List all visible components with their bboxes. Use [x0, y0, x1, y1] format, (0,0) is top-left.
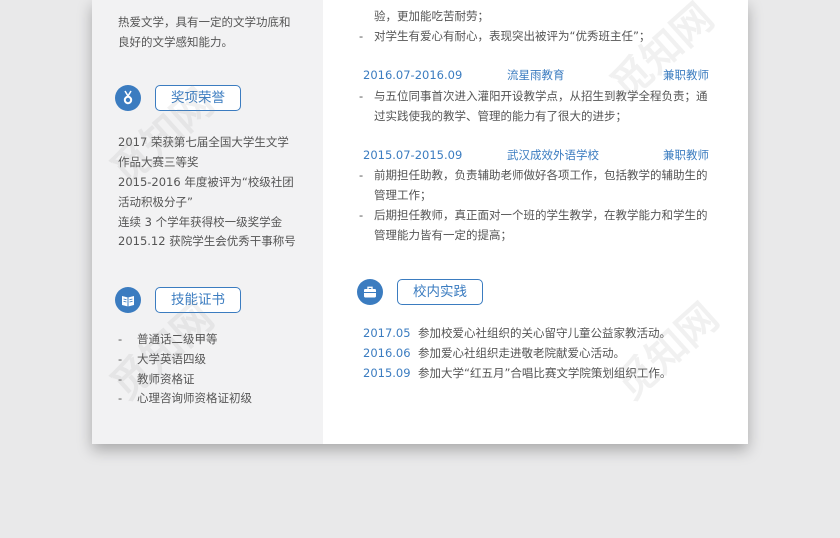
award-line: 2015-2016 年度被评为“校级社团	[118, 175, 294, 189]
section-title-practice: 校内实践	[397, 279, 483, 305]
job-org: 武汉成效外语学校	[507, 148, 599, 162]
practice-date: 2017.05	[363, 326, 411, 340]
sidebar: 热爱文学，具有一定的文学功底和 良好的文学感知能力。 奖项荣誉 2017 荣获第…	[92, 0, 323, 444]
practice-date: 2016.06	[363, 346, 411, 360]
skill-item: 教师资格证	[137, 372, 195, 386]
award-line: 2017 荣获第七届全国大学生文学	[118, 135, 289, 149]
skill-item: 普通话二级甲等	[137, 332, 218, 346]
bullet-dash: -	[359, 89, 364, 103]
bullet-dash: -	[118, 332, 123, 346]
briefcase-icon	[357, 279, 383, 305]
section-title-awards: 奖项荣誉	[155, 85, 241, 111]
award-line: 2015.12 获院学生会优秀干事称号	[118, 234, 296, 248]
medal-icon	[115, 85, 141, 111]
job-line: 后期担任教师，真正面对一个班的学生教学，在教学能力和学生的	[374, 208, 708, 222]
bullet-dash: -	[118, 391, 123, 405]
job-role: 兼职教师	[663, 148, 709, 162]
book-icon	[115, 287, 141, 313]
resume-sheet: 热爱文学，具有一定的文学功底和 良好的文学感知能力。 奖项荣誉 2017 荣获第…	[92, 0, 748, 444]
practice-date: 2015.09	[363, 366, 411, 380]
practice-text: 参加爱心社组织走进敬老院献爱心活动。	[418, 346, 625, 360]
skill-item: 心理咨询师资格证初级	[137, 391, 252, 405]
bullet-dash: -	[359, 29, 364, 43]
award-line: 连续 3 个学年获得校一级奖学金	[118, 215, 283, 229]
job-line: 管理能力皆有一定的提高；	[374, 228, 512, 242]
award-line: 作品大赛三等奖	[118, 155, 199, 169]
intro-line: 热爱文学，具有一定的文学功底和	[118, 15, 291, 29]
job-line: 与五位同事首次进入灌阳开设教学点，从招生到教学全程负责；通	[374, 89, 708, 103]
job-date: 2016.07-2016.09	[363, 68, 463, 82]
job-line: 前期担任助教，负责辅助老师做好各项工作，包括教学的辅助生的	[374, 168, 708, 182]
intro-line: 良好的文学感知能力。	[118, 35, 233, 49]
job-line: 过实践使我的教学、管理的能力有了很大的进步；	[374, 109, 627, 123]
practice-text: 参加校爱心社组织的关心留守儿童公益家教活动。	[418, 326, 671, 340]
bullet-dash: -	[118, 372, 123, 386]
award-line: 活动积极分子”	[118, 195, 193, 209]
experience-line: 验，更加能吃苦耐劳；	[374, 9, 489, 23]
main-content: 验，更加能吃苦耐劳； - 对学生有爱心有耐心，表现突出被评为“优秀班主任”； 2…	[323, 0, 748, 444]
skill-item: 大学英语四级	[137, 352, 206, 366]
practice-text: 参加大学“红五月”合唱比赛文学院策划组织工作。	[418, 366, 672, 380]
job-line: 管理工作；	[374, 188, 432, 202]
bullet-dash: -	[359, 168, 364, 182]
experience-line: 对学生有爱心有耐心，表现突出被评为“优秀班主任”；	[374, 29, 651, 43]
job-org: 流星雨教育	[507, 68, 565, 82]
bullet-dash: -	[118, 352, 123, 366]
bullet-dash: -	[359, 208, 364, 222]
job-date: 2015.07-2015.09	[363, 148, 463, 162]
job-role: 兼职教师	[663, 68, 709, 82]
section-title-skills: 技能证书	[155, 287, 241, 313]
